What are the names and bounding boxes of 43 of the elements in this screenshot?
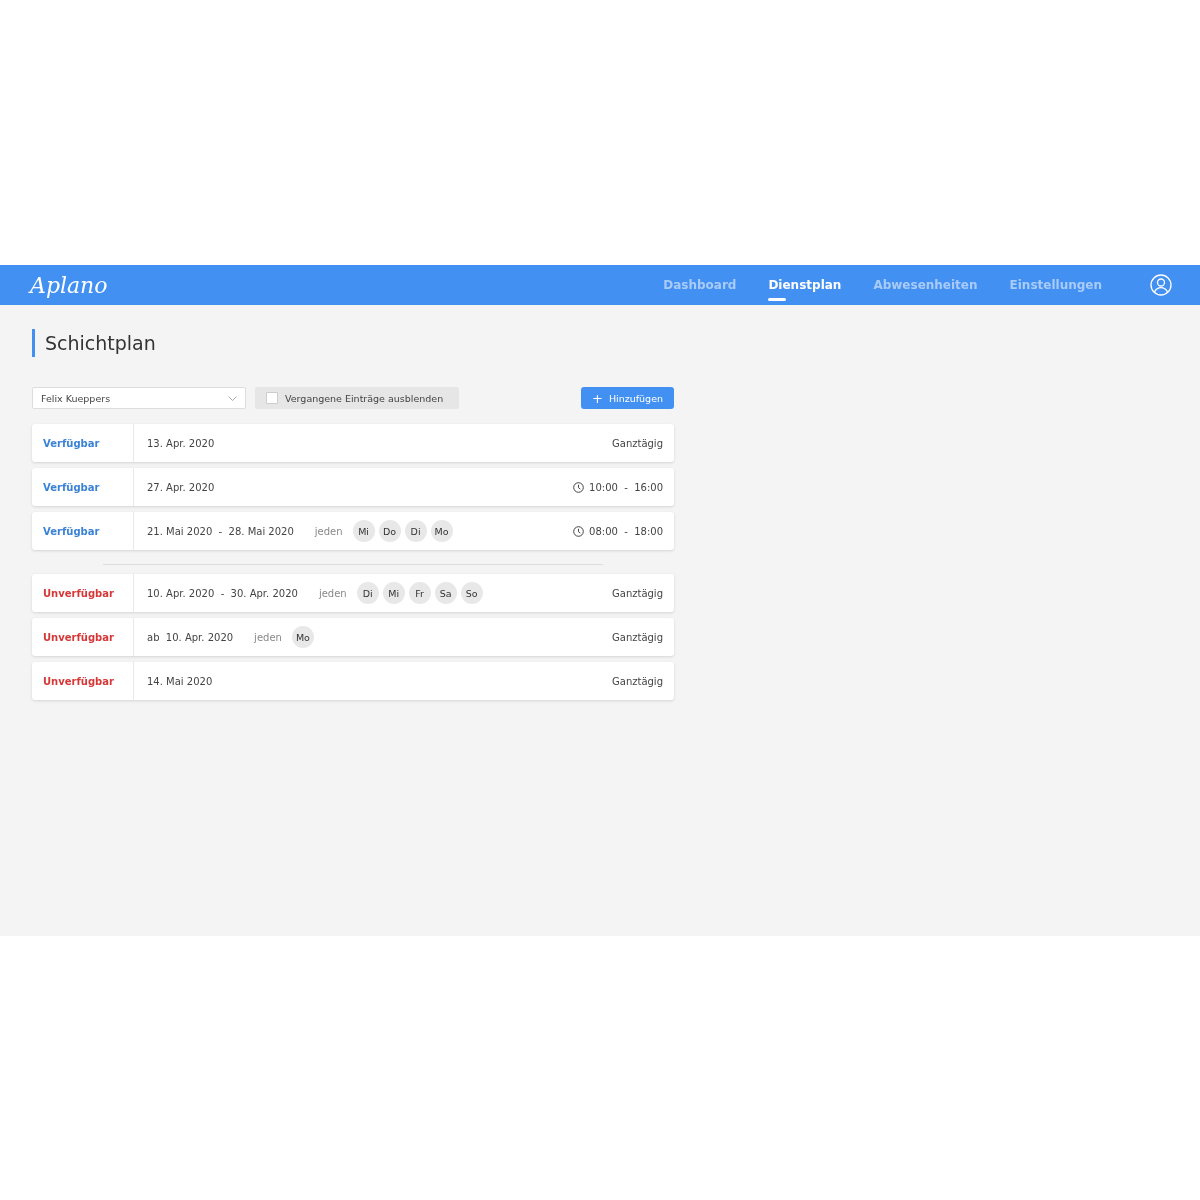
checkbox[interactable] (266, 392, 278, 404)
date-text: 27. Apr. 2020 (147, 481, 215, 493)
weekday-badge: Fr (408, 582, 431, 604)
status-label: Unverfügbar (32, 574, 134, 612)
date-text: 13. Apr. 2020 (147, 437, 215, 449)
weekday-badge: Sa (434, 582, 457, 604)
repeat-label: jeden (254, 631, 282, 643)
add-button[interactable]: + Hinzufügen (581, 387, 674, 409)
time-text: Ganztägig (612, 631, 663, 643)
date-text: 14. Mai 2020 (147, 675, 213, 687)
weekday-badge: Do (378, 520, 401, 542)
weekday-badge: Mi (352, 520, 375, 542)
weekday-badge: Di (356, 582, 379, 604)
nav-tab[interactable]: Dashboard (663, 272, 737, 298)
hide-past-toggle[interactable]: Vergangene Einträge ausblenden (255, 387, 460, 409)
date-text: 10. Apr. 2020 - 30. Apr. 2020 (147, 587, 298, 599)
weekday-badge: Mo (430, 520, 453, 542)
status-label: Verfügbar (32, 468, 134, 506)
repeat-label: jeden (318, 587, 347, 599)
weekday-badge: Mi (382, 582, 405, 604)
time-text: Ganztägig (612, 587, 663, 599)
nav-tab[interactable]: Dienstplan (768, 272, 842, 298)
app-logo: Aplano (30, 272, 109, 298)
weekday-badge: Di (404, 520, 427, 542)
weekday-badge: Mo (291, 626, 314, 648)
date-text: ab 10. Apr. 2020 (147, 631, 234, 643)
chevron-down-icon (228, 395, 237, 401)
nav-tab[interactable]: Abwesenheiten (873, 272, 978, 298)
status-label: Verfügbar (32, 512, 134, 550)
nav-tab[interactable]: Einstellungen (1009, 272, 1102, 298)
repeat-label: jeden (314, 525, 343, 537)
user-icon[interactable] (1150, 274, 1172, 296)
time-text: Ganztägig (612, 437, 663, 449)
status-label: Unverfügbar (32, 618, 134, 656)
status-label: Verfügbar (32, 424, 134, 462)
employee-select[interactable]: Felix Kueppers (32, 387, 246, 409)
time-text: 10:00 - 16:00 (589, 481, 663, 493)
date-text: 21. Mai 2020 - 28. Mai 2020 (147, 525, 294, 537)
time-text: 08:00 - 18:00 (589, 525, 663, 537)
page-title: Schichtplan (32, 329, 156, 357)
status-label: Unverfügbar (32, 662, 134, 700)
weekday-badge: So (460, 582, 483, 604)
time-text: Ganztägig (612, 675, 663, 687)
